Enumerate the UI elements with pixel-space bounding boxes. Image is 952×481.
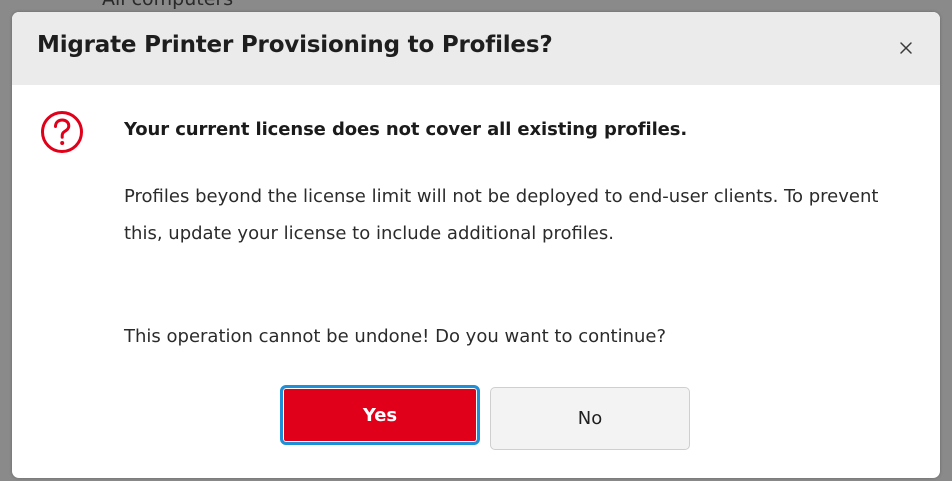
dialog-headline: Your current license does not cover all … <box>124 119 688 140</box>
dialog-titlebar: Migrate Printer Provisioning to Profiles… <box>12 12 940 85</box>
question-circle-icon <box>41 111 83 153</box>
dialog-content: Your current license does not cover all … <box>12 85 940 478</box>
no-button[interactable]: No <box>490 387 690 450</box>
confirmation-dialog: Migrate Printer Provisioning to Profiles… <box>12 12 940 478</box>
background-tree-item: All computers <box>102 0 233 10</box>
yes-button-label: Yes <box>362 404 398 426</box>
yes-button[interactable]: Yes <box>280 385 480 445</box>
close-icon <box>900 42 912 54</box>
dialog-body-text: Profiles beyond the license limit will n… <box>124 186 879 244</box>
no-button-label: No <box>577 408 603 429</box>
close-button[interactable] <box>884 26 928 70</box>
dialog-title: Migrate Printer Provisioning to Profiles… <box>37 32 553 58</box>
confirm-question: This operation cannot be undone! Do you … <box>124 326 667 347</box>
